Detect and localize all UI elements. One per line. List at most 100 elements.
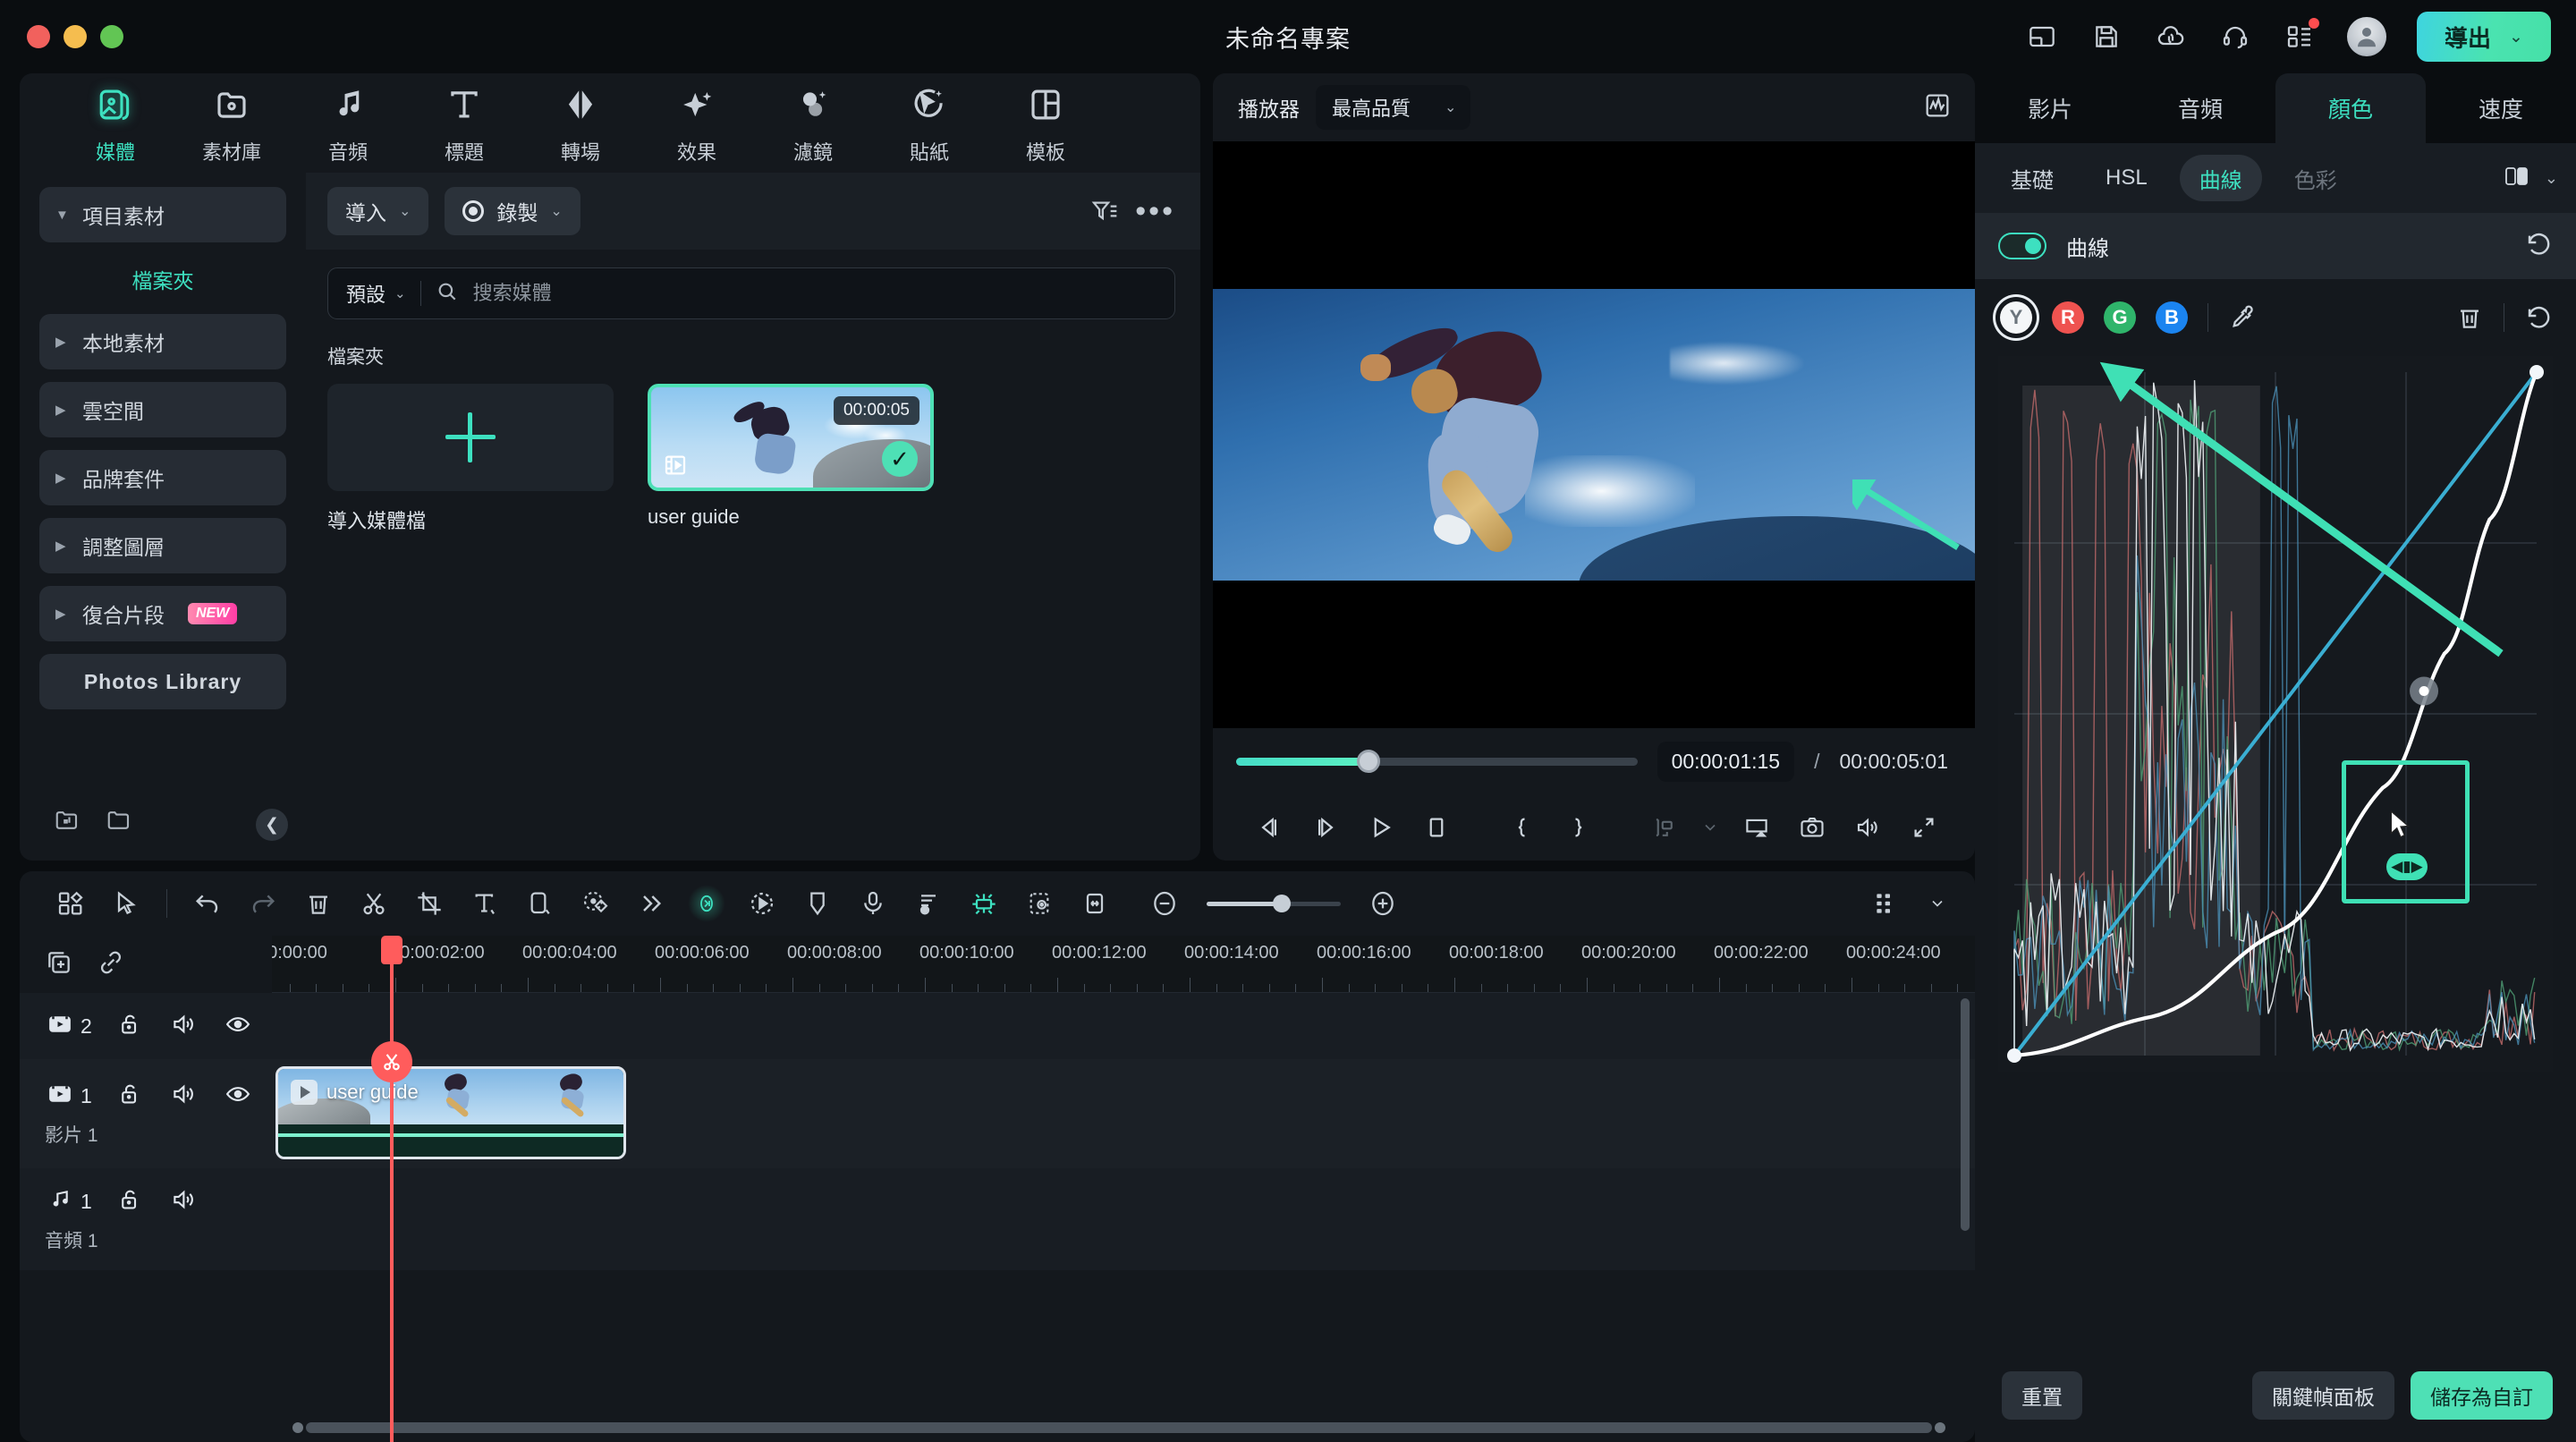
curve-plot[interactable] [1998, 356, 2553, 1072]
curve-editor[interactable]: ◀▮▶ [1975, 356, 2576, 1349]
tab-audio[interactable]: 音頻 [2125, 73, 2275, 143]
sidebar-item-folder[interactable]: 檔案夾 [39, 255, 286, 303]
grid-view-icon[interactable] [43, 881, 98, 926]
module-tab-stock[interactable]: 素材庫 [174, 86, 290, 165]
track-header-audio-1[interactable]: 1 音頻 1 [20, 1168, 272, 1270]
mute-icon[interactable] [169, 1081, 199, 1112]
lock-icon[interactable] [115, 1011, 146, 1042]
mark-in-icon[interactable] [1495, 806, 1550, 849]
video-stage[interactable] [1213, 141, 1975, 728]
lock-icon[interactable] [115, 1186, 146, 1217]
timeline-ruler[interactable]: 00:00:00 00:00:02:00 00:00:04:00 00:00:06:0… [272, 936, 1975, 993]
import-button[interactable]: 導入 ⌄ [327, 187, 429, 235]
delete-icon[interactable] [291, 881, 346, 926]
sidebar-item-compound-clip[interactable]: ▶ 復合片段 NEW [39, 586, 286, 641]
keyframe-icon[interactable] [568, 881, 623, 926]
volume-icon[interactable] [1840, 806, 1895, 849]
sidebar-item-adjustment-layer[interactable]: ▶ 調整圖層 [39, 518, 286, 573]
stop-icon[interactable] [1409, 806, 1464, 849]
channel-g[interactable]: G [2104, 301, 2136, 334]
zoom-slider[interactable] [1207, 895, 1341, 912]
cloud-upload-icon[interactable] [2154, 20, 2188, 54]
channel-b[interactable]: B [2156, 301, 2188, 334]
mask-icon[interactable] [513, 881, 568, 926]
render-bar-icon[interactable] [1859, 881, 1914, 926]
voiceover-icon[interactable] [845, 881, 901, 926]
chevron-down-icon[interactable]: ⌄ [2545, 169, 2558, 188]
play-icon[interactable] [1353, 806, 1409, 849]
reset-button[interactable]: 重置 [2002, 1371, 2082, 1420]
filter-sort-icon[interactable] [1090, 197, 1119, 225]
save-custom-button[interactable]: 儲存為自訂 [2411, 1371, 2553, 1420]
headset-support-icon[interactable] [2218, 20, 2252, 54]
channel-y[interactable]: Y [2000, 301, 2032, 334]
reset-icon[interactable] [2524, 230, 2553, 263]
zoom-in-icon[interactable] [1355, 881, 1411, 926]
delete-point-icon[interactable] [2455, 303, 2484, 332]
sidebar-item-project-media[interactable]: ▼ 項目素材 [39, 187, 286, 242]
timeline-lane-video-2[interactable] [272, 993, 1975, 1059]
next-frame-icon[interactable] [1297, 806, 1352, 849]
tab-speed[interactable]: 速度 [2426, 73, 2576, 143]
reset-curve-icon[interactable] [2524, 303, 2553, 332]
mute-icon[interactable] [169, 1011, 199, 1042]
sidebar-item-photos-library[interactable]: Photos Library [39, 654, 286, 709]
subtab-basic[interactable]: 基礎 [1991, 155, 2073, 201]
snapshot-icon[interactable] [1784, 806, 1840, 849]
audio-mixer-icon[interactable] [901, 881, 956, 926]
render-chevron-icon[interactable] [1921, 881, 1953, 926]
module-tab-media[interactable]: 媒體 [57, 86, 174, 165]
module-tab-sticker[interactable]: 貼紙 [871, 86, 987, 165]
eyedropper-icon[interactable] [2228, 303, 2257, 332]
layout-icon[interactable] [2025, 20, 2059, 54]
subtab-hsl[interactable]: HSL [2086, 155, 2167, 201]
sidebar-item-cloud[interactable]: ▶ 雲空間 [39, 382, 286, 437]
zoom-handle[interactable] [1273, 895, 1291, 912]
ai-tools-icon[interactable] [679, 881, 734, 926]
white-point[interactable] [2529, 365, 2544, 379]
record-button[interactable]: 錄製 ⌄ [445, 187, 580, 235]
current-timecode[interactable]: 00:00:01:15 [1657, 741, 1795, 782]
motion-tracking-icon[interactable] [734, 881, 790, 926]
undo-icon[interactable] [180, 881, 235, 926]
scroll-right-handle[interactable] [1935, 1422, 1946, 1433]
display-mode-icon[interactable] [1728, 806, 1784, 849]
module-tab-filter[interactable]: 濾鏡 [755, 86, 871, 165]
mark-out-icon[interactable] [1550, 806, 1606, 849]
scroll-left-handle[interactable] [292, 1422, 303, 1433]
module-tab-title[interactable]: 標題 [406, 86, 522, 165]
save-icon[interactable] [2089, 20, 2123, 54]
zoom-out-icon[interactable] [1137, 881, 1192, 926]
tab-video[interactable]: 影片 [1975, 73, 2125, 143]
chevron-down-icon[interactable]: ⌄ [2509, 27, 2523, 47]
module-tab-effects[interactable]: 效果 [639, 86, 755, 165]
module-tab-template[interactable]: 模板 [987, 86, 1104, 165]
tab-color[interactable]: 顏色 [2275, 73, 2426, 143]
timeline-vertical-scrollbar[interactable] [1961, 998, 1970, 1231]
seek-handle[interactable] [1357, 750, 1381, 773]
split-scissors-icon[interactable] [346, 881, 402, 926]
apps-grid-icon[interactable] [2283, 18, 2319, 54]
fullscreen-icon[interactable] [1896, 806, 1952, 849]
waveform-scope-icon[interactable] [1923, 91, 1952, 124]
timeline-lane-audio-1[interactable] [272, 1168, 1975, 1270]
import-media-box[interactable] [327, 384, 614, 491]
curves-toggle[interactable] [1998, 233, 2046, 259]
mute-icon[interactable] [169, 1186, 199, 1217]
fit-timeline-icon[interactable] [1067, 881, 1123, 926]
keyframe-panel-button[interactable]: 關鍵幀面板 [2252, 1371, 2394, 1420]
black-point[interactable] [2007, 1048, 2021, 1063]
seek-slider[interactable] [1236, 750, 1638, 773]
module-tab-audio[interactable]: 音頻 [290, 86, 406, 165]
more-chevrons-icon[interactable] [623, 881, 679, 926]
select-tool-icon[interactable] [98, 881, 154, 926]
auto-sync-icon[interactable] [956, 881, 1012, 926]
import-media-tile[interactable]: 導入媒體檔 [327, 384, 614, 534]
preset-dropdown[interactable]: 預設 ⌄ [346, 279, 406, 308]
lock-icon[interactable] [115, 1081, 146, 1112]
marker-icon[interactable] [790, 881, 845, 926]
redo-icon[interactable] [235, 881, 291, 926]
media-tile-user-guide[interactable]: 00:00:05 ✓ user guide [648, 384, 934, 534]
collapse-sidebar-button[interactable]: ❮ [256, 809, 288, 841]
previous-frame-icon[interactable] [1241, 806, 1297, 849]
